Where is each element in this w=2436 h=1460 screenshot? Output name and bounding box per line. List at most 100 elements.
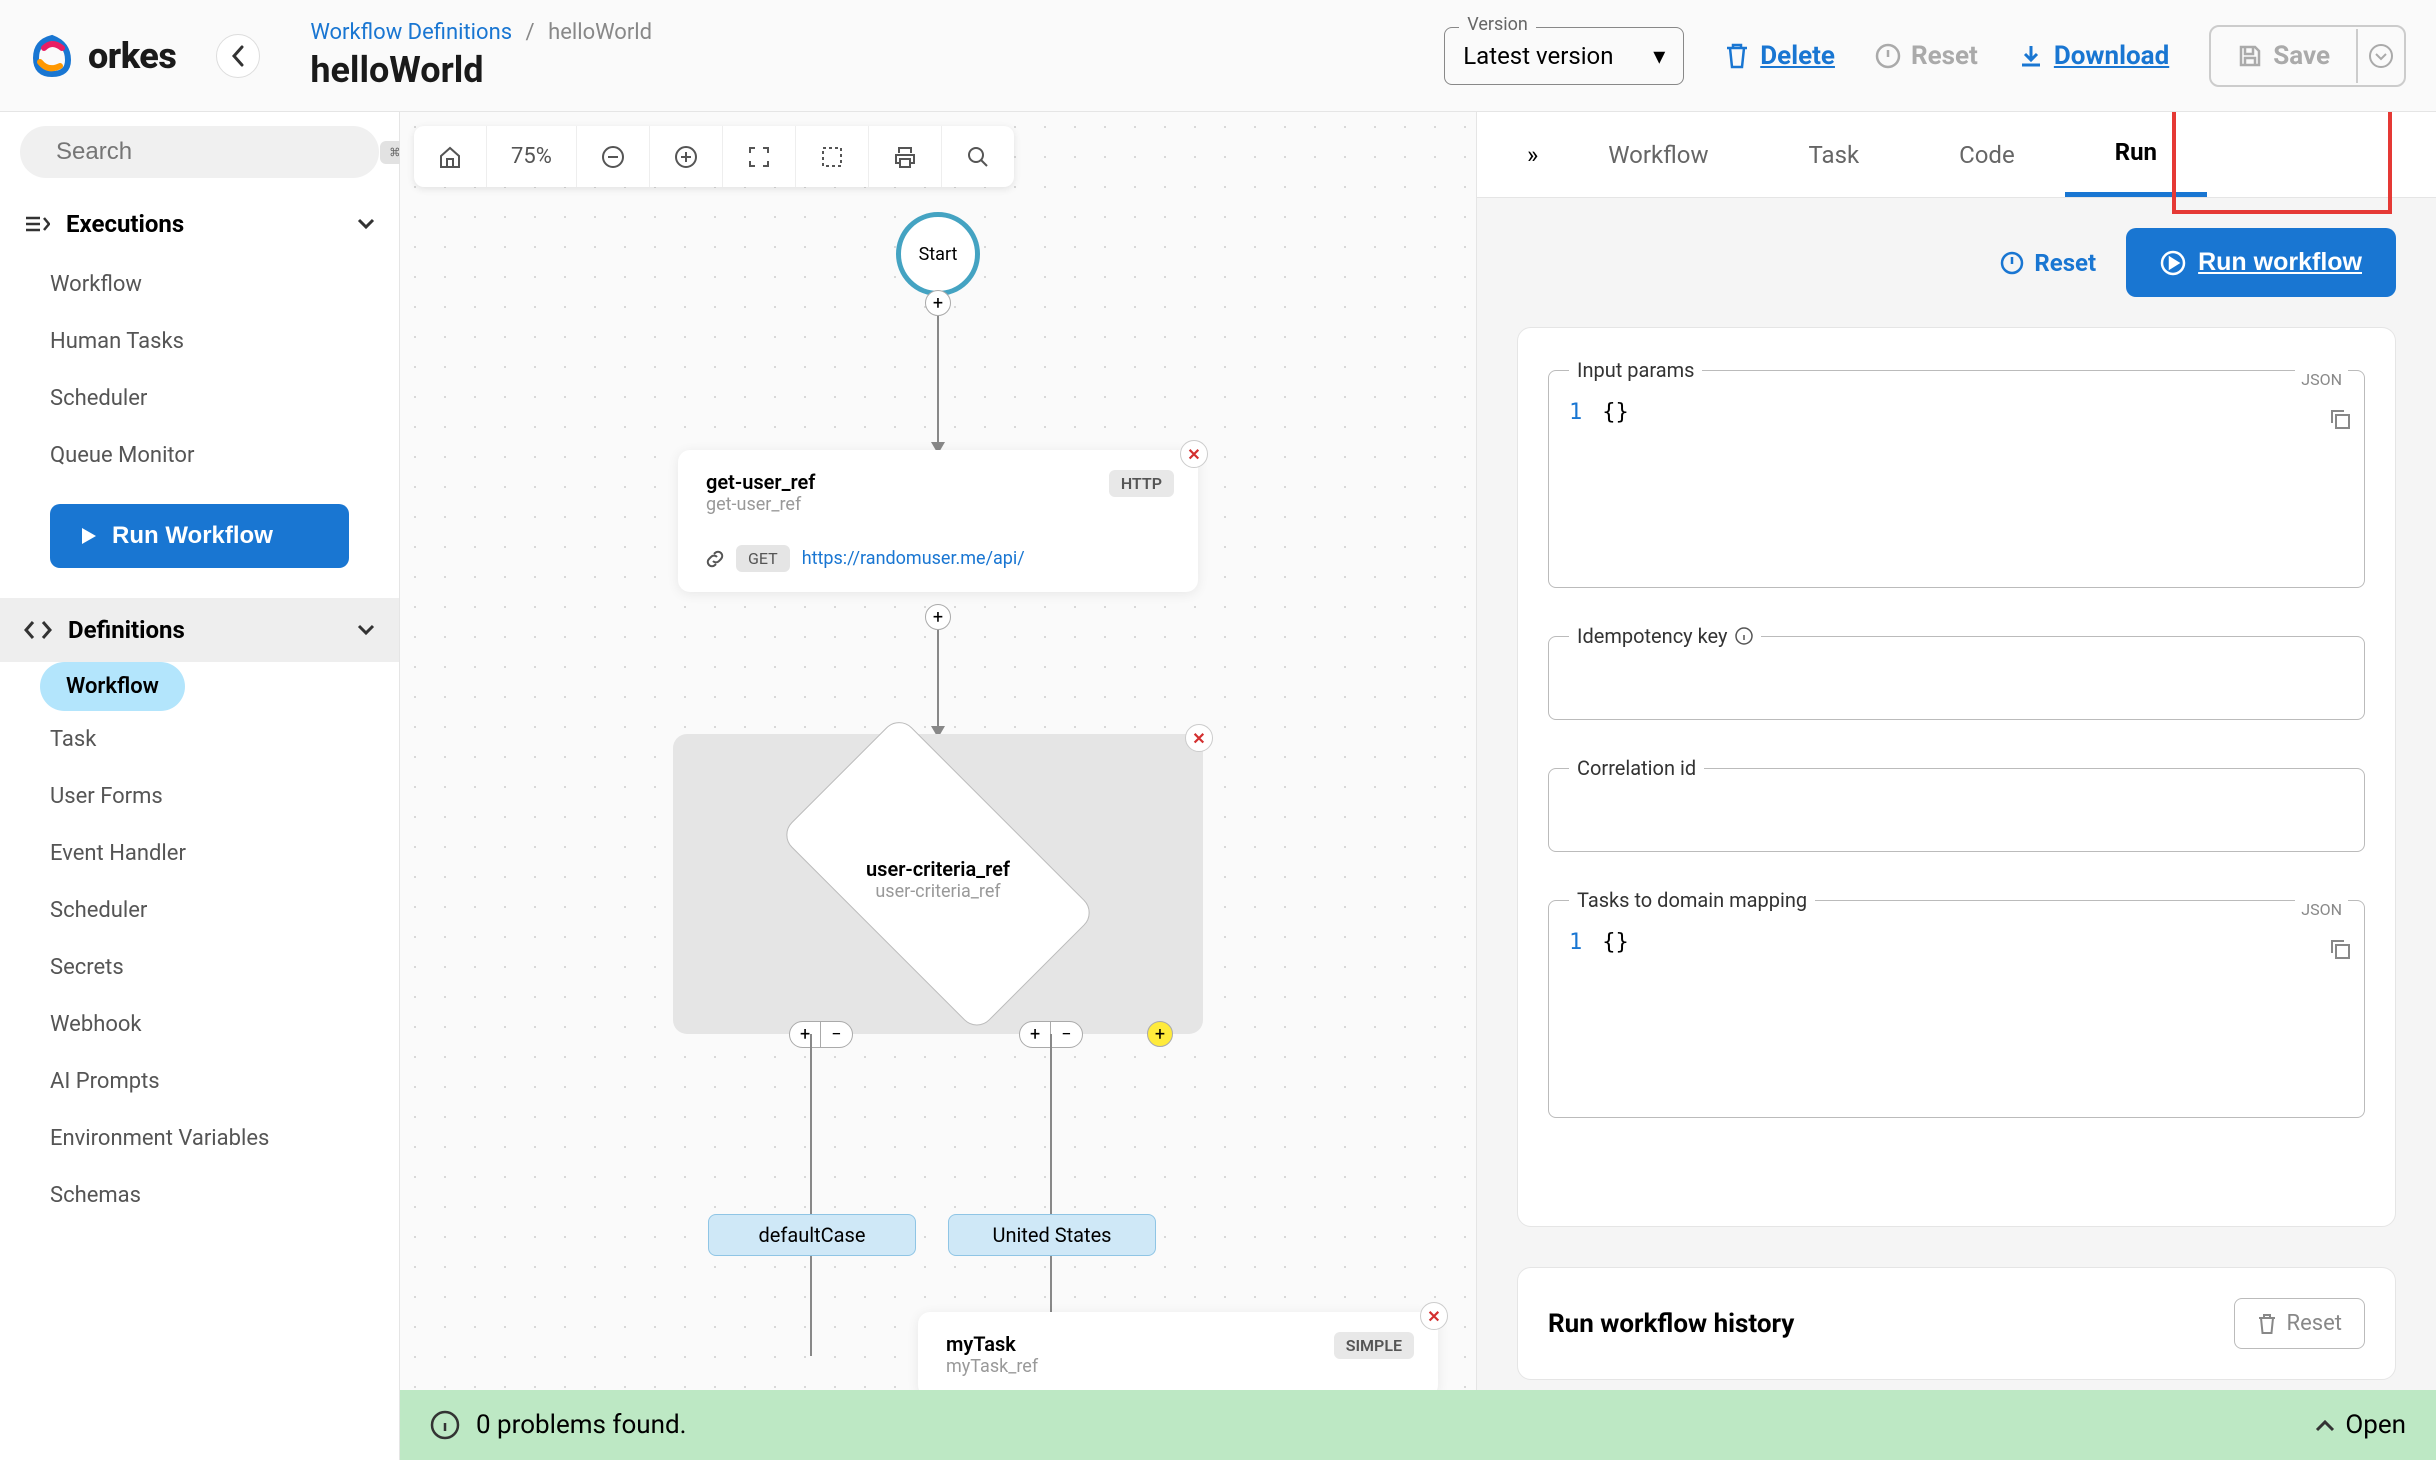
sidebar-item-webhook[interactable]: Webhook: [50, 996, 399, 1053]
panel-reset-button[interactable]: Reset: [2000, 249, 2096, 277]
sidebar-item-scheduler-def[interactable]: Scheduler: [50, 882, 399, 939]
reset-icon: [1875, 43, 1901, 69]
sidebar-item-ai-prompts[interactable]: AI Prompts: [50, 1053, 399, 1110]
open-label: Open: [2345, 1410, 2406, 1440]
print-button[interactable]: [869, 126, 942, 187]
field-label: Tasks to domain mapping: [1569, 888, 1815, 912]
search-canvas-button[interactable]: [942, 126, 1014, 187]
expand-icon: [747, 145, 771, 169]
node-title: user-criteria_ref: [866, 857, 1010, 881]
zoom-value[interactable]: 75%: [487, 126, 577, 187]
plus-button[interactable]: +: [790, 1022, 821, 1047]
play-circle-icon: [2160, 250, 2186, 276]
branch-us[interactable]: United States: [948, 1214, 1156, 1256]
workflow-canvas[interactable]: 75% Start + ✕ get-user_ref get-user_ref …: [400, 112, 1476, 1460]
fit-button[interactable]: [723, 126, 796, 187]
sidebar-item-secrets[interactable]: Secrets: [50, 939, 399, 996]
run-workflow-sidebar-button[interactable]: Run Workflow: [50, 504, 349, 568]
breadcrumb-current: helloWorld: [548, 20, 652, 45]
idempotency-field[interactable]: Idempotency key: [1548, 624, 2365, 720]
zoom-in-button[interactable]: [650, 126, 723, 187]
breadcrumb-parent[interactable]: Workflow Definitions: [310, 20, 512, 45]
sidebar-item-human-tasks[interactable]: Human Tasks: [50, 313, 399, 370]
tab-workflow[interactable]: Workflow: [1558, 115, 1758, 195]
download-button[interactable]: Download: [2018, 41, 2169, 71]
header-reset-button[interactable]: Reset: [1875, 41, 1978, 71]
minus-button[interactable]: −: [821, 1022, 851, 1047]
sidebar-item-workflow-exec[interactable]: Workflow: [50, 256, 399, 313]
code-content[interactable]: {}: [1602, 400, 1629, 425]
save-dropdown[interactable]: [2356, 29, 2404, 83]
branch-label: defaultCase: [759, 1223, 866, 1247]
sidebar-item-env-vars[interactable]: Environment Variables: [50, 1110, 399, 1167]
branch-label: United States: [992, 1223, 1111, 1247]
select-icon: [820, 145, 844, 169]
run-workflow-button[interactable]: Run workflow: [2126, 228, 2396, 297]
section-executions[interactable]: Executions: [0, 192, 399, 256]
url-link[interactable]: https://randomuser.me/api/: [802, 548, 1025, 569]
copy-icon[interactable]: [2328, 407, 2352, 431]
simple-task-node[interactable]: ✕ myTask myTask_ref SIMPLE: [918, 1312, 1438, 1397]
logo-icon: [30, 34, 74, 78]
back-button[interactable]: [216, 34, 260, 78]
sidebar-item-event-handler[interactable]: Event Handler: [50, 825, 399, 882]
section-label: Definitions: [68, 616, 185, 644]
minus-button[interactable]: −: [1051, 1022, 1081, 1047]
chevron-down-circle-icon: [2368, 43, 2394, 69]
save-button[interactable]: Save: [2211, 27, 2356, 85]
zoom-out-button[interactable]: [577, 126, 650, 187]
select-button[interactable]: [796, 126, 869, 187]
node-sub: myTask_ref: [946, 1356, 1410, 1377]
copy-icon[interactable]: [2328, 937, 2352, 961]
correlation-input[interactable]: [1569, 798, 2344, 833]
domain-mapping-field[interactable]: Tasks to domain mapping JSON 1{}: [1548, 888, 2365, 1118]
sidebar-item-task[interactable]: Task: [50, 711, 399, 768]
chevron-left-icon: [231, 45, 245, 67]
decision-node[interactable]: ✕ user-criteria_ref user-criteria_ref +−…: [673, 734, 1203, 1034]
http-badge: HTTP: [1109, 470, 1174, 497]
search-box[interactable]: ⌘ K: [20, 126, 379, 178]
plus-button[interactable]: +: [1020, 1022, 1051, 1047]
json-tag: JSON: [2295, 370, 2348, 389]
close-icon[interactable]: ✕: [1180, 440, 1208, 468]
caret-down-icon: ▾: [1653, 42, 1665, 70]
close-icon[interactable]: ✕: [1420, 1302, 1448, 1330]
statusbar: 0 problems found. Open: [400, 1390, 2436, 1460]
sidebar-item-user-forms[interactable]: User Forms: [50, 768, 399, 825]
page-title: helloWorld: [310, 49, 652, 91]
field-label: Idempotency key: [1569, 624, 1761, 648]
sidebar-item-workflow-def[interactable]: Workflow: [40, 662, 185, 711]
branch-default[interactable]: defaultCase: [708, 1214, 916, 1256]
breadcrumb: Workflow Definitions / helloWorld: [310, 20, 652, 45]
add-after-start[interactable]: +: [925, 290, 951, 316]
chevron-down-icon: [357, 624, 375, 636]
http-task-node[interactable]: ✕ get-user_ref get-user_ref HTTP GET htt…: [678, 450, 1198, 592]
add-after-http[interactable]: +: [925, 604, 951, 630]
delete-button[interactable]: Delete: [1724, 41, 1835, 71]
section-definitions[interactable]: Definitions: [0, 598, 399, 662]
search-icon: [966, 145, 990, 169]
sidebar-item-queue-monitor[interactable]: Queue Monitor: [50, 427, 399, 484]
input-params-field[interactable]: Input params JSON 1{}: [1548, 358, 2365, 588]
close-icon[interactable]: ✕: [1185, 724, 1213, 752]
history-reset-button[interactable]: Reset: [2234, 1298, 2365, 1349]
start-node[interactable]: Start: [896, 212, 980, 296]
version-select[interactable]: Version Latest version ▾: [1444, 27, 1684, 85]
canvas-toolbar: 75%: [414, 126, 1014, 187]
status-open-button[interactable]: Open: [2315, 1410, 2406, 1440]
add-branch-button[interactable]: +: [1147, 1021, 1173, 1047]
home-button[interactable]: [414, 126, 487, 187]
node-title: get-user_ref: [706, 470, 1170, 494]
tab-task[interactable]: Task: [1759, 115, 1910, 195]
logo: orkes: [30, 34, 176, 78]
tab-run[interactable]: Run: [2065, 112, 2207, 197]
correlation-field[interactable]: Correlation id: [1548, 756, 2365, 852]
collapse-panel-button[interactable]: »: [1507, 115, 1558, 195]
idempotency-input[interactable]: [1569, 666, 2344, 701]
sidebar-item-schemas[interactable]: Schemas: [50, 1167, 399, 1224]
sidebar-item-scheduler-exec[interactable]: Scheduler: [50, 370, 399, 427]
info-icon[interactable]: [1735, 627, 1753, 645]
search-input[interactable]: [56, 138, 366, 166]
code-content[interactable]: {}: [1602, 930, 1629, 955]
tab-code[interactable]: Code: [1909, 115, 2065, 195]
